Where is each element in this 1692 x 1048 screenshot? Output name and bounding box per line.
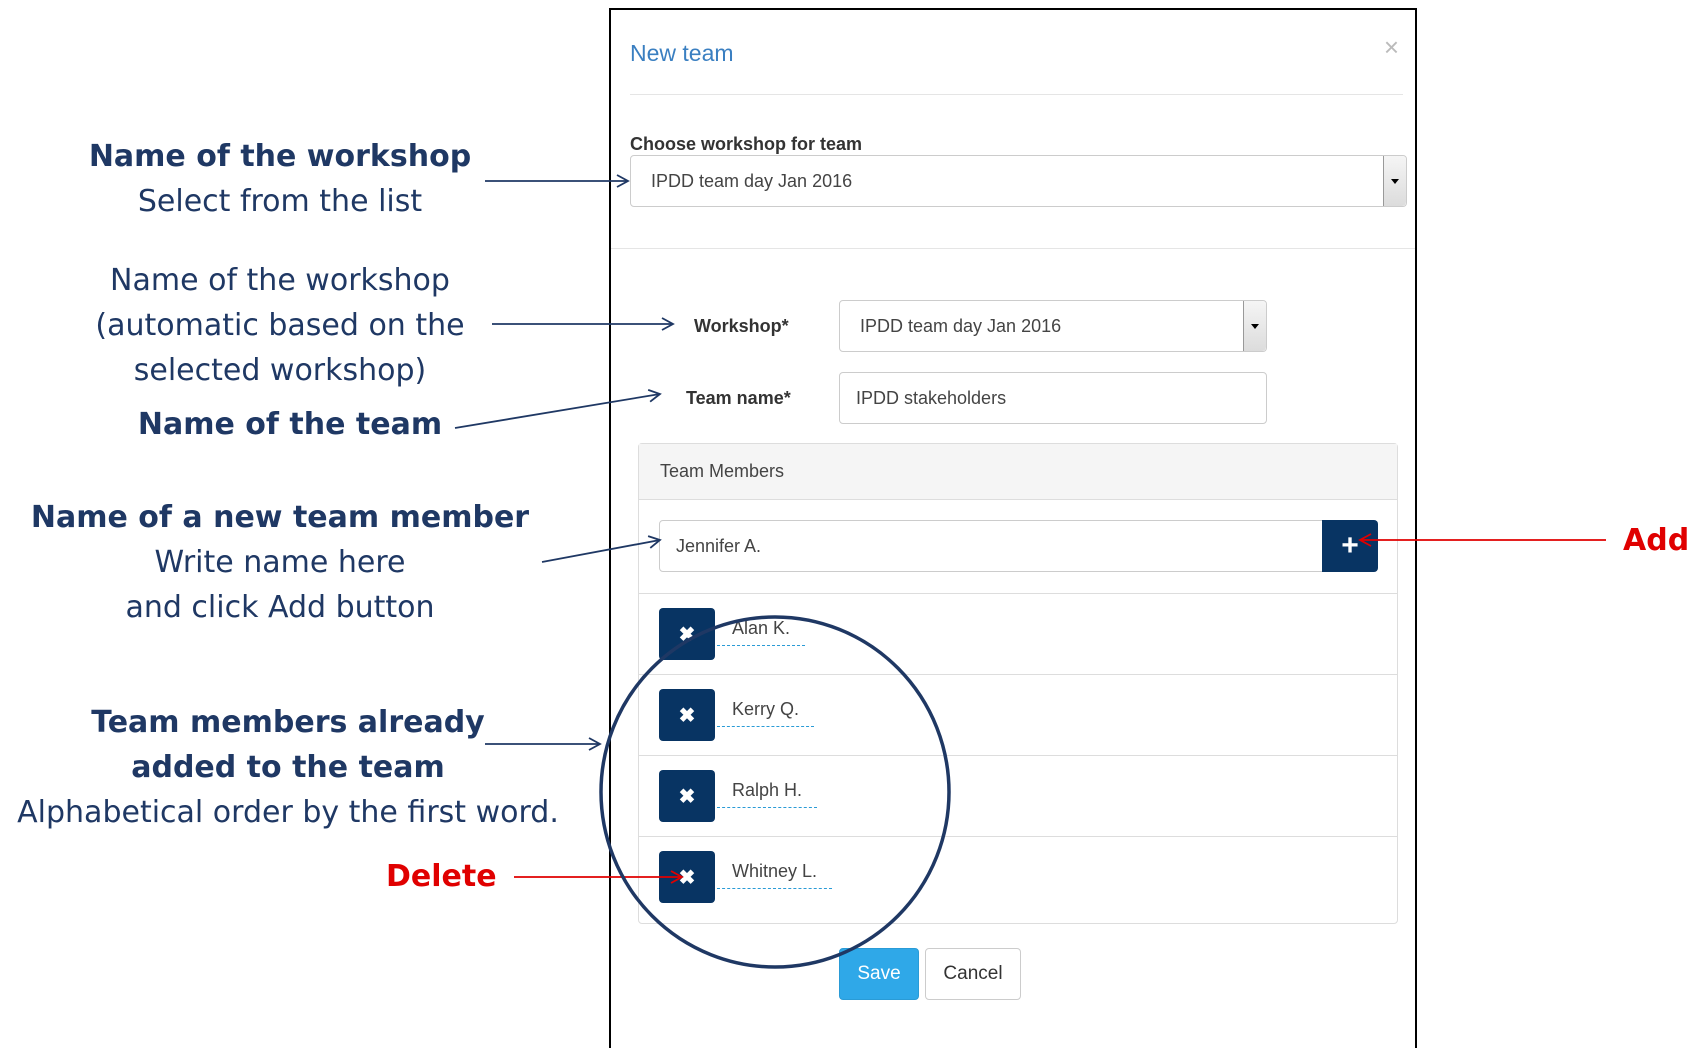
workshop-value: IPDD team day Jan 2016 <box>860 315 1062 336</box>
dialog-title: New team <box>630 40 734 66</box>
save-button[interactable]: Save <box>839 948 919 1000</box>
annotation-add: Add <box>1623 523 1690 558</box>
member-name[interactable]: Whitney L. <box>717 861 833 889</box>
member-name[interactable]: Ralph H. <box>717 780 818 808</box>
new-member-input[interactable]: Jennifer A. <box>659 520 1323 572</box>
annotation-team-name: Name of the team <box>70 402 510 447</box>
section-divider <box>611 248 1415 249</box>
annotation-line: Write name here <box>154 545 406 580</box>
annotation-delete: Delete <box>386 859 497 894</box>
member-row: ✖ Ralph H. <box>639 756 1397 837</box>
workshop-select[interactable]: IPDD team day Jan 2016 <box>839 300 1267 352</box>
close-icon: ✖ <box>678 623 696 646</box>
member-name[interactable]: Alan K. <box>717 618 806 646</box>
delete-member-button[interactable]: ✖ <box>659 851 715 903</box>
annotation-line: and click Add button <box>125 590 435 625</box>
close-icon: ✖ <box>678 704 696 727</box>
member-row: ✖ Kerry Q. <box>639 675 1397 756</box>
team-name-label: Team name* <box>686 388 791 408</box>
new-team-dialog: New team × Choose workshop for team IPDD… <box>609 8 1417 1048</box>
new-member-value: Jennifer A. <box>676 535 762 556</box>
team-members-panel: Team Members Jennifer A. + ✖ Alan K. ✖ K… <box>638 443 1398 924</box>
team-name-input[interactable]: IPDD stakeholders <box>839 372 1267 424</box>
workshop-label: Workshop* <box>694 316 789 336</box>
annotation-title: added to the team <box>131 750 445 785</box>
choose-workshop-value: IPDD team day Jan 2016 <box>651 170 853 191</box>
close-icon[interactable]: × <box>1384 32 1399 63</box>
team-members-header: Team Members <box>639 444 1397 500</box>
close-icon: ✖ <box>678 866 696 889</box>
annotation-existing-members: Team members already added to the team A… <box>4 700 572 835</box>
team-name-value: IPDD stakeholders <box>856 387 1007 408</box>
add-member-button[interactable]: + <box>1322 520 1378 572</box>
delete-member-button[interactable]: ✖ <box>659 689 715 741</box>
annotation-new-member: Name of a new team member Write name her… <box>20 495 540 630</box>
annotation-title: Name of the workshop <box>88 139 472 174</box>
annotation-title: Team members already <box>91 705 485 740</box>
add-member-row: Jennifer A. + <box>639 500 1397 594</box>
annotation-subtitle: Select from the list <box>137 184 423 219</box>
cancel-button[interactable]: Cancel <box>925 948 1021 1000</box>
chevron-down-icon <box>1243 301 1266 351</box>
annotation-line: (automatic based on the <box>95 308 465 343</box>
annotation-title: Name of the team <box>137 407 443 442</box>
annotation-title: Name of a new team member <box>30 500 530 535</box>
delete-member-button[interactable]: ✖ <box>659 608 715 660</box>
annotation-line: Name of the workshop <box>110 263 450 298</box>
plus-icon: + <box>1341 529 1359 562</box>
delete-member-button[interactable]: ✖ <box>659 770 715 822</box>
annotation-workshop-select: Name of the workshop Select from the lis… <box>60 134 500 224</box>
close-icon: ✖ <box>678 785 696 808</box>
choose-workshop-select[interactable]: IPDD team day Jan 2016 <box>630 155 1407 207</box>
chevron-down-icon <box>1383 156 1406 206</box>
annotation-workshop-auto: Name of the workshop (automatic based on… <box>60 258 500 393</box>
member-name[interactable]: Kerry Q. <box>717 699 815 727</box>
choose-workshop-label: Choose workshop for team <box>630 134 863 154</box>
member-row: ✖ Whitney L. <box>639 837 1397 917</box>
annotation-subtitle: Alphabetical order by the first word. <box>17 795 559 830</box>
member-row: ✖ Alan K. <box>639 594 1397 675</box>
header-divider <box>630 94 1403 95</box>
annotation-line: selected workshop) <box>133 353 427 388</box>
